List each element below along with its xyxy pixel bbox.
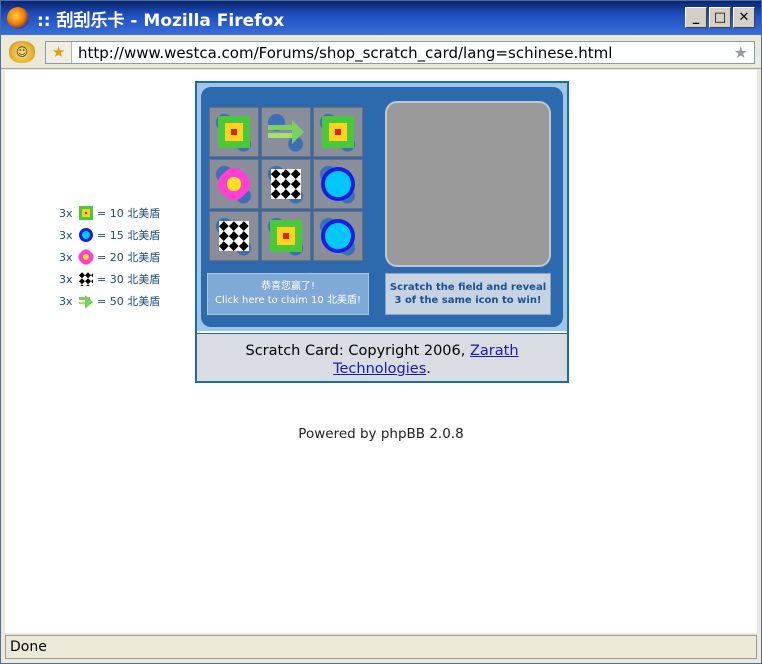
scratch-card-top: 恭喜您赢了! Click here to claim 10 北美盾! Scrat…	[197, 83, 567, 331]
square-icon	[218, 116, 250, 148]
grid-cell	[313, 107, 363, 157]
grid-cell	[209, 159, 259, 209]
scratch-card-panel: 恭喜您赢了! Click here to claim 10 北美盾! Scrat…	[201, 87, 563, 327]
minimize-button[interactable]: _	[685, 7, 707, 28]
grid-cell	[261, 211, 311, 261]
prize-legend: 3x = 10 北美盾 3x = 15 北美盾 3x = 20 北美盾 3x =…	[59, 202, 160, 312]
scratch-card: 恭喜您赢了! Click here to claim 10 北美盾! Scrat…	[195, 81, 569, 383]
firefox-icon	[7, 7, 29, 29]
card-copyright: Scratch Card: Copyright 2006, Zarath Tec…	[197, 333, 567, 381]
square-icon	[322, 116, 354, 148]
page-content: 3x = 10 北美盾 3x = 15 北美盾 3x = 20 北美盾 3x =…	[5, 70, 757, 633]
arrow-icon	[268, 120, 304, 144]
legend-row: 3x = 30 北美盾	[59, 272, 161, 286]
grid-cell	[209, 107, 259, 157]
legend-row: 3x = 15 北美盾	[59, 228, 161, 242]
grid-cell	[261, 159, 311, 209]
scratch-field[interactable]	[385, 101, 551, 267]
checker-icon	[271, 169, 301, 199]
window-controls: _ □ ✕	[685, 7, 755, 28]
favorite-star-icon[interactable]: ★	[46, 42, 72, 63]
claim-prize-link[interactable]: 恭喜您赢了! Click here to claim 10 北美盾!	[207, 273, 369, 315]
ring-icon	[79, 228, 93, 242]
maximize-button[interactable]: □	[709, 7, 731, 28]
flower-icon	[212, 162, 256, 206]
status-bar: Done	[5, 635, 757, 659]
browser-window: :: 刮刮乐卡 - Mozilla Firefox _ □ ✕ ☺ ★ http…	[0, 0, 762, 664]
powered-by-text: Powered by phpBB 2.0.8	[298, 426, 464, 442]
checker-icon	[79, 272, 93, 286]
grid-cell	[313, 159, 363, 209]
url-text[interactable]: http://www.westca.com/Forums/shop_scratc…	[78, 44, 612, 62]
ring-icon	[321, 219, 355, 253]
legend-row: 3x = 10 北美盾	[59, 206, 161, 220]
claim-text[interactable]: Click here to claim 10 北美盾!	[208, 294, 368, 308]
icon-grid	[209, 107, 363, 261]
navigation-bar: ☺ ★ http://www.westca.com/Forums/shop_sc…	[1, 35, 761, 69]
legend-row: 3x = 20 北美盾	[59, 246, 160, 268]
flower-icon	[76, 247, 96, 267]
square-icon	[270, 220, 302, 252]
instructions-box: Scratch the field and reveal 3 of the sa…	[385, 273, 551, 315]
grid-cell	[209, 211, 259, 261]
address-bar[interactable]: ★ http://www.westca.com/Forums/shop_scra…	[45, 41, 755, 64]
window-title: :: 刮刮乐卡 - Mozilla Firefox	[37, 10, 285, 31]
legend-row: 3x = 50 北美盾	[59, 294, 161, 310]
grid-cell	[313, 211, 363, 261]
arrow-icon	[79, 294, 93, 310]
grid-cell	[261, 107, 311, 157]
checker-icon	[219, 221, 249, 251]
title-bar: :: 刮刮乐卡 - Mozilla Firefox _ □ ✕	[1, 1, 761, 35]
close-button[interactable]: ✕	[733, 7, 755, 28]
square-icon	[79, 206, 93, 220]
bookmark-star-icon[interactable]: ★	[734, 43, 748, 62]
win-message: 恭喜您赢了!	[260, 281, 315, 292]
site-icon[interactable]: ☺	[9, 41, 35, 63]
ring-icon	[321, 167, 355, 201]
